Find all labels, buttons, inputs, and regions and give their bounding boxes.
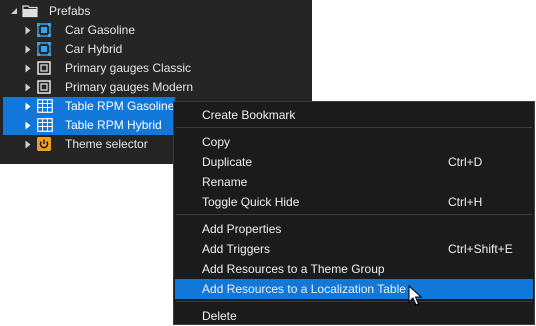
- expand-arrow-icon[interactable]: [24, 120, 32, 130]
- context-menu: Create Bookmark Copy Duplicate Ctrl+D Re…: [173, 101, 535, 325]
- power-icon: [37, 137, 51, 151]
- menu-item-label: Copy: [202, 135, 231, 149]
- prefab-blue-icon: [37, 42, 51, 56]
- tree-node-car-hybrid[interactable]: Car Hybrid: [0, 40, 312, 59]
- menu-item-copy[interactable]: Copy: [175, 132, 533, 152]
- tree-node-label: Theme selector: [65, 137, 148, 151]
- menu-item-label: Duplicate: [202, 155, 253, 169]
- menu-item-shortcut: Ctrl+D: [448, 155, 483, 169]
- expand-arrow-icon[interactable]: [24, 101, 32, 111]
- prefab-white-icon: [37, 80, 51, 94]
- menu-item-add-properties[interactable]: Add Properties: [175, 219, 533, 239]
- menu-item-delete[interactable]: Delete: [175, 306, 533, 326]
- menu-separator: [176, 301, 532, 302]
- menu-item-label: Delete: [202, 309, 237, 323]
- menu-item-label: Rename: [202, 175, 248, 189]
- tree-node-primary-gauges-modern[interactable]: Primary gauges Modern: [0, 78, 312, 97]
- menu-item-label: Create Bookmark: [202, 108, 296, 122]
- menu-item-add-resources-localization-table[interactable]: Add Resources to a Localization Table: [175, 279, 533, 299]
- prefab-blue-icon: [37, 23, 51, 37]
- menu-item-add-resources-theme-group[interactable]: Add Resources to a Theme Group: [175, 259, 533, 279]
- tree-node-label: Primary gauges Modern: [65, 80, 194, 94]
- tree-node-table-rpm-hybrid[interactable]: Table RPM Hybrid: [3, 116, 175, 135]
- tree-node-label: Table RPM Gasoline: [65, 99, 175, 113]
- tree-node-label: Primary gauges Classic: [65, 61, 192, 75]
- tree-node-primary-gauges-classic[interactable]: Primary gauges Classic: [0, 59, 312, 78]
- tree-node-label: Car Gasoline: [65, 23, 136, 37]
- tree-node-prefabs[interactable]: Prefabs: [0, 2, 312, 21]
- menu-item-create-bookmark[interactable]: Create Bookmark: [175, 105, 533, 125]
- menu-item-toggle-quick-hide[interactable]: Toggle Quick Hide Ctrl+H: [175, 192, 533, 212]
- menu-item-label: Add Resources to a Localization Table: [202, 282, 406, 296]
- menu-item-label: Add Properties: [202, 222, 282, 236]
- menu-item-rename[interactable]: Rename: [175, 172, 533, 192]
- prefab-white-icon: [37, 61, 51, 75]
- expand-arrow-icon[interactable]: [24, 82, 32, 92]
- expand-arrow-icon[interactable]: [24, 44, 32, 54]
- tree-node-car-gasoline[interactable]: Car Gasoline: [0, 21, 312, 40]
- table-icon: [37, 99, 53, 113]
- tree-node-table-rpm-gasoline[interactable]: Table RPM Gasoline: [3, 97, 175, 116]
- menu-item-label: Add Resources to a Theme Group: [202, 262, 385, 276]
- menu-separator: [176, 214, 532, 215]
- mouse-pointer-icon: [408, 285, 424, 307]
- folder-icon: [22, 4, 38, 18]
- menu-item-duplicate[interactable]: Duplicate Ctrl+D: [175, 152, 533, 172]
- tree-node-label: Table RPM Hybrid: [65, 118, 162, 132]
- menu-item-label: Toggle Quick Hide: [202, 195, 300, 209]
- menu-item-add-triggers[interactable]: Add Triggers Ctrl+Shift+E: [175, 239, 533, 259]
- menu-item-shortcut: Ctrl+H: [448, 195, 483, 209]
- tree-node-label: Car Hybrid: [65, 42, 123, 56]
- expand-arrow-icon[interactable]: [24, 25, 32, 35]
- menu-item-label: Add Triggers: [202, 242, 271, 256]
- menu-separator: [176, 127, 532, 128]
- expand-arrow-icon[interactable]: [24, 139, 32, 149]
- menu-item-shortcut: Ctrl+Shift+E: [448, 242, 513, 256]
- collapse-arrow-icon[interactable]: [10, 6, 18, 16]
- table-icon: [37, 118, 53, 132]
- expand-arrow-icon[interactable]: [24, 63, 32, 73]
- tree-node-label: Prefabs: [49, 4, 91, 18]
